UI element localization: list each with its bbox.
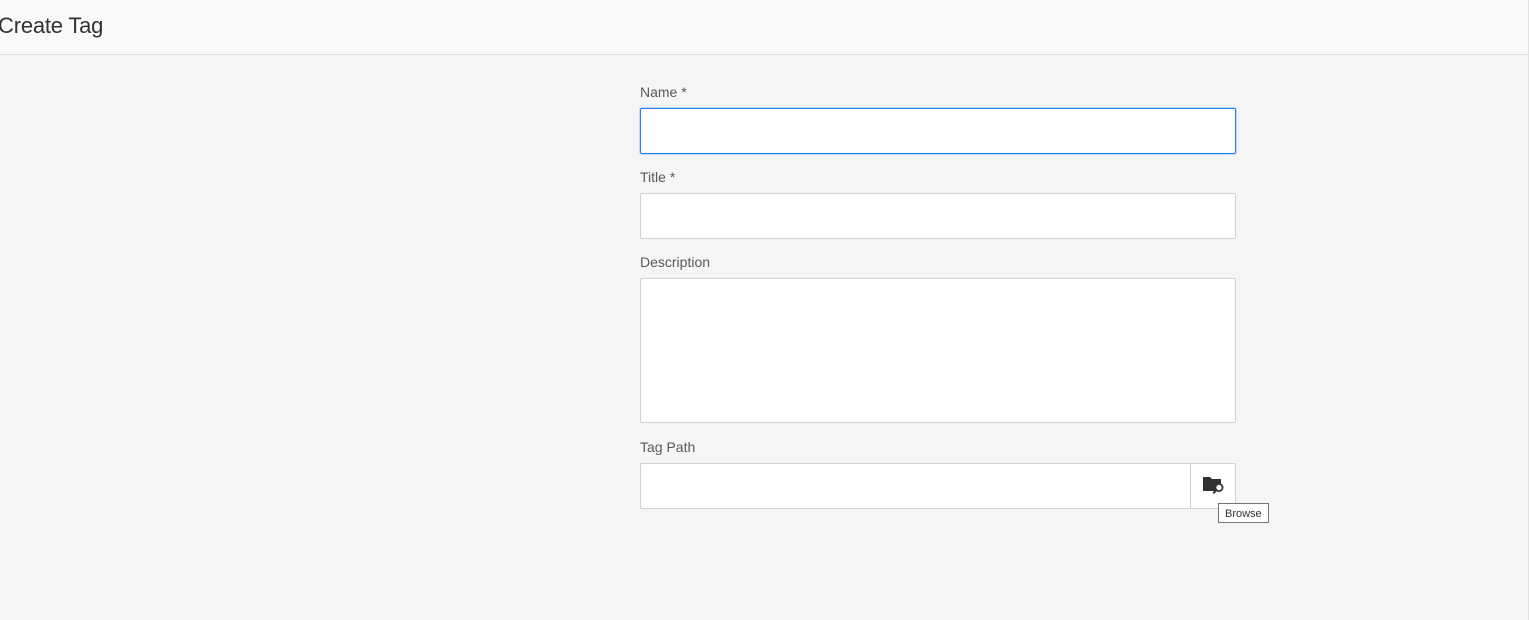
title-label: Title * [640, 169, 676, 185]
page-title: Create Tag [0, 13, 104, 38]
name-input[interactable] [640, 108, 1236, 154]
description-label: Description [640, 254, 711, 270]
browse-tooltip: Browse [1218, 503, 1269, 523]
name-label: Name * [640, 84, 687, 100]
title-input[interactable] [640, 193, 1236, 239]
tag-path-input[interactable] [640, 463, 1191, 509]
page-header: Create Tag [0, 0, 1529, 55]
folder-search-icon [1202, 474, 1224, 499]
description-textarea[interactable] [640, 278, 1236, 423]
tag-path-label: Tag Path [640, 439, 696, 455]
